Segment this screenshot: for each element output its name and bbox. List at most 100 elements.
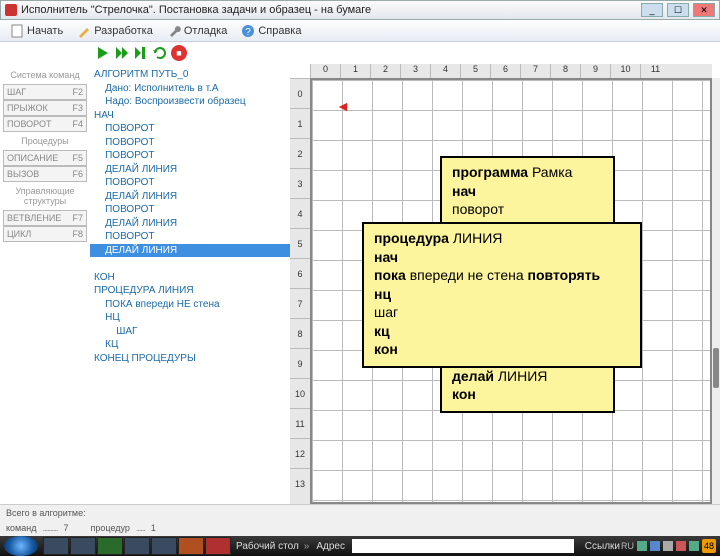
code-line[interactable]: НЦ <box>94 312 120 323</box>
sidebar-button[interactable]: ШАГF2 <box>3 84 87 100</box>
code-line[interactable]: НАЧ <box>94 110 114 121</box>
overlay-text: ЛИНИЯ <box>498 368 548 384</box>
code-line[interactable]: ПОКА впереди НЕ стена <box>94 299 220 310</box>
statusbar-2: команд .......... 7 процедур ...... 1 <box>0 520 720 536</box>
code-line[interactable]: ДЕЛАЙ ЛИНИЯ <box>94 164 177 175</box>
close-button[interactable]: ✕ <box>693 3 715 17</box>
overlay-text: шаг <box>374 304 398 320</box>
maximize-button[interactable]: ☐ <box>667 3 689 17</box>
overlay-procedure-box: процедура ЛИНИЯнач пока впереди не стена… <box>362 222 642 368</box>
ruler-tick: 0 <box>290 78 310 108</box>
tray-icon-3[interactable] <box>663 541 673 551</box>
code-line[interactable]: ДЕЛАЙ ЛИНИЯ <box>94 218 177 229</box>
scrollbar-vertical[interactable] <box>712 78 720 504</box>
ruler-tick: 10 <box>290 378 310 408</box>
tray-lang[interactable]: RU <box>621 541 634 551</box>
tray-icon-1[interactable] <box>637 541 647 551</box>
sidebar-button[interactable]: ВЕТВЛЕНИЕF7 <box>3 210 87 226</box>
code-line[interactable]: АЛГОРИТМ ПУТЬ_0 <box>94 69 189 80</box>
skip-icon[interactable] <box>133 45 149 61</box>
code-line[interactable]: ПОВОРОТ <box>94 150 155 161</box>
status-proc-value: 1 <box>151 523 156 533</box>
fast-forward-icon[interactable] <box>114 45 130 61</box>
repeat-icon[interactable] <box>152 45 168 61</box>
taskbar-desktop-label[interactable]: Рабочий стол <box>236 541 299 552</box>
code-line[interactable]: ПРОЦЕДУРА ЛИНИЯ <box>94 285 194 296</box>
menubar: Начать Разработка Отладка ? Справка <box>0 20 720 42</box>
taskbar-links-label[interactable]: Ссылки <box>585 541 620 552</box>
ruler-tick: 5 <box>290 228 310 258</box>
menu-start[interactable]: Начать <box>4 22 69 40</box>
ruler-tick: 3 <box>290 168 310 198</box>
menu-dev[interactable]: Разработка <box>71 22 159 40</box>
menu-debug[interactable]: Отладка <box>161 22 233 40</box>
minimize-button[interactable]: _ <box>641 3 663 17</box>
tray-icon-5[interactable] <box>689 541 699 551</box>
overlay-text: пока <box>374 267 410 283</box>
ruler-tick: 10 <box>610 64 640 78</box>
sidebar-button[interactable]: ВЫЗОВF6 <box>3 166 87 182</box>
overlay-text: нач <box>452 183 476 199</box>
dots: .......... <box>42 523 57 533</box>
ruler-tick: 6 <box>290 258 310 288</box>
ruler-tick: 9 <box>290 348 310 378</box>
code-line[interactable]: КЦ <box>94 339 118 350</box>
code-line[interactable]: ПОВОРОТ <box>94 177 155 188</box>
menu-debug-label: Отладка <box>184 25 227 37</box>
arrow-start-icon: ◄ <box>336 98 350 114</box>
stop-icon[interactable]: ■ <box>171 45 187 61</box>
ruler-vertical: 012345678910111213 <box>290 78 310 504</box>
menu-help[interactable]: ? Справка <box>235 22 307 40</box>
ruler-tick: 1 <box>290 108 310 138</box>
play-icon[interactable] <box>95 45 111 61</box>
ruler-tick: 11 <box>290 408 310 438</box>
ruler-tick: 0 <box>310 64 340 78</box>
code-line[interactable]: Дано: Исполнитель в т.А <box>94 83 219 94</box>
code-line[interactable]: ДЕЛАЙ ЛИНИЯ <box>90 244 290 258</box>
overlay-text: нач <box>374 249 398 265</box>
sidebar-button[interactable]: ОПИСАНИЕF5 <box>3 150 87 166</box>
ruler-tick: 1 <box>340 64 370 78</box>
overlay-text: делай <box>452 368 498 384</box>
overlay-text: поворот <box>452 201 504 217</box>
code-line[interactable]: ПОВОРОТ <box>94 123 155 134</box>
code-line[interactable]: Надо: Воспроизвести образец <box>94 96 246 107</box>
scrollbar-thumb[interactable] <box>713 348 719 388</box>
overlay-text: процедура <box>374 230 453 246</box>
sidebar-button[interactable]: ПОВОРОТF4 <box>3 116 87 132</box>
code-line[interactable]: ШАГ <box>94 326 137 337</box>
tray-badge[interactable]: 48 <box>702 539 716 553</box>
dots-2: ...... <box>136 523 145 533</box>
code-line[interactable]: КОН <box>94 272 115 283</box>
sidebar: Система команд ШАГF2ПРЫЖОКF3ПОВОРОТF4 Пр… <box>0 64 90 504</box>
window-title: Исполнитель "Стрелочка". Постановка зада… <box>21 4 371 16</box>
code-line[interactable]: ПОВОРОТ <box>94 137 155 148</box>
titlebar: Исполнитель "Стрелочка". Постановка зада… <box>0 0 720 20</box>
sidebar-button[interactable]: ПРЫЖОКF3 <box>3 100 87 116</box>
main-area: Система команд ШАГF2ПРЫЖОКF3ПОВОРОТF4 Пр… <box>0 64 720 504</box>
sidebar-button[interactable]: ЦИКЛF8 <box>3 226 87 242</box>
tray-icon-4[interactable] <box>676 541 686 551</box>
app-icon <box>5 4 17 16</box>
ruler-tick: 6 <box>490 64 520 78</box>
overlay-text: кц <box>374 323 390 339</box>
help-icon: ? <box>241 24 255 38</box>
page-icon <box>10 24 24 38</box>
code-line[interactable]: КОНЕЦ ПРОЦЕДУРЫ <box>94 353 196 364</box>
overlay-text: Рамка <box>532 164 573 180</box>
code-line[interactable]: ПОВОРОТ <box>94 204 155 215</box>
taskbar-addr-label: Адрес <box>316 541 345 552</box>
code-line[interactable]: ПОВОРОТ <box>94 231 155 242</box>
code-line[interactable]: ДЕЛАЙ ЛИНИЯ <box>94 191 177 202</box>
status-commands-value: 7 <box>63 523 68 533</box>
taskbar-address-field[interactable] <box>352 539 574 553</box>
start-button[interactable] <box>4 536 38 556</box>
status-commands-label: команд <box>6 523 36 533</box>
ruler-tick: 9 <box>580 64 610 78</box>
ruler-tick: 4 <box>430 64 460 78</box>
grid-canvas: 01234567891011 012345678910111213 ◄ прог… <box>290 64 720 504</box>
code-editor[interactable]: АЛГОРИТМ ПУТЬ_0 Дано: Исполнитель в т.А … <box>90 64 290 504</box>
tray-icon-2[interactable] <box>650 541 660 551</box>
ruler-tick: 8 <box>550 64 580 78</box>
system-tray: RU 48 <box>621 539 716 553</box>
